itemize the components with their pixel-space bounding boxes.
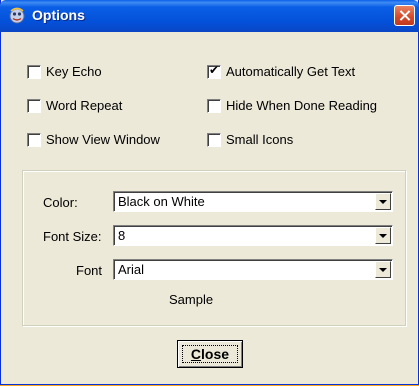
checkbox-label: Hide When Done Reading	[226, 98, 378, 113]
options-icon	[9, 7, 25, 24]
font-size-select[interactable]: 8	[113, 225, 393, 246]
options-dialog: Options Key Echo Automatically Get Text …	[0, 0, 419, 385]
checkbox-label: Automatically Get Text	[226, 64, 356, 79]
checkbox-label: Key Echo	[46, 64, 102, 79]
font-select[interactable]: Arial	[113, 259, 393, 280]
color-label: Color:	[43, 195, 78, 210]
checkbox-box[interactable]	[207, 133, 221, 147]
font-sample-text: Sample	[169, 292, 214, 307]
font-label: Font	[76, 263, 103, 278]
chevron-down-icon[interactable]	[375, 193, 391, 210]
window-title: Options	[32, 7, 85, 23]
checkbox-box[interactable]	[207, 63, 221, 79]
font-size-select-value: 8	[118, 228, 126, 243]
checkbox-label: Small Icons	[226, 132, 294, 147]
chevron-down-icon[interactable]	[375, 261, 391, 278]
font-select-value: Arial	[118, 262, 145, 277]
checkbox-box[interactable]	[27, 65, 41, 79]
checkbox-box[interactable]	[27, 133, 41, 147]
close-button-label-rest: lose	[201, 346, 230, 362]
checkbox-box[interactable]	[207, 99, 221, 113]
color-select-value: Black on White	[118, 194, 205, 209]
close-button-mnemonic: C	[190, 346, 202, 362]
font-size-label: Font Size:	[43, 229, 102, 244]
chevron-down-icon[interactable]	[375, 227, 391, 244]
checkbox-label: Show View Window	[46, 132, 160, 147]
title-bar[interactable]: Options	[0, 0, 419, 32]
checkbox-label: Word Repeat	[46, 98, 123, 113]
color-select[interactable]: Black on White	[113, 191, 393, 212]
close-button-label: Close	[191, 346, 229, 362]
checkbox-box[interactable]	[27, 99, 41, 113]
close-button[interactable]: Close	[177, 340, 243, 368]
close-icon[interactable]	[394, 5, 415, 26]
